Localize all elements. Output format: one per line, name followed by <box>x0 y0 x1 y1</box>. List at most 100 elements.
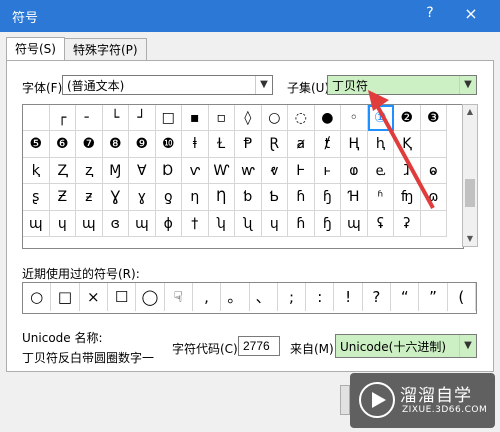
recent-symbol-cell[interactable]: × <box>80 283 108 311</box>
symbol-cell[interactable]: ❺ <box>23 131 50 158</box>
recent-symbol-cell[interactable]: ◯ <box>136 283 165 311</box>
symbol-cell[interactable]: ❼ <box>76 131 103 158</box>
symbol-cell[interactable]: ɥ <box>261 210 289 238</box>
symbol-cell[interactable]: ƍ <box>155 184 183 211</box>
recent-symbol-cell[interactable]: ; <box>278 283 307 311</box>
tab-special-characters[interactable]: 特殊字符(P) <box>64 38 147 61</box>
symbol-cell[interactable]: Ɫ <box>208 131 236 158</box>
symbol-cell[interactable]: ɧ <box>314 210 342 238</box>
symbol-cell[interactable]: Ɽ <box>261 131 289 158</box>
symbol-cell[interactable]: ❽ <box>102 131 130 158</box>
symbol-cell[interactable]: ▪ <box>182 105 209 132</box>
symbol-cell[interactable]: ╴ <box>76 105 103 132</box>
chevron-down-icon[interactable]: ▼ <box>459 335 476 357</box>
symbol-cell[interactable]: Ⱨ <box>341 131 368 158</box>
symbol-cell[interactable]: ʱ <box>367 184 395 211</box>
symbol-cell[interactable]: ɞ <box>102 210 130 238</box>
symbol-cell[interactable]: ɸ <box>155 210 183 238</box>
from-select[interactable]: Unicode(十六进制) ▼ <box>335 334 477 358</box>
symbol-cell[interactable]: Ɒ <box>155 157 183 185</box>
symbol-cell[interactable]: Ⱬ <box>49 157 76 185</box>
symbol-cell[interactable]: ◌ <box>288 105 315 132</box>
recent-symbol-cell[interactable]: ☟ <box>165 283 193 311</box>
symbol-cell[interactable]: ❻ <box>49 131 76 158</box>
symbol-cell[interactable]: ʡ <box>394 210 421 238</box>
recent-symbol-cell[interactable]: ☐ <box>108 283 137 311</box>
symbol-cell[interactable]: ⱥ <box>288 131 315 158</box>
symbol-cell[interactable]: ⱡ <box>182 131 209 158</box>
symbol-cell[interactable]: ʯ <box>235 210 262 238</box>
symbol-cell[interactable]: □ <box>155 105 183 132</box>
symbol-cell[interactable]: ● <box>314 105 342 132</box>
symbol-cell[interactable]: ┘ <box>129 105 156 132</box>
symbol-cell[interactable]: ƶ <box>76 184 103 211</box>
symbol-cell[interactable]: Ⱳ <box>208 157 236 185</box>
symbol-cell[interactable]: Ⱪ <box>394 131 421 158</box>
symbol-cell[interactable]: ⱷ <box>341 157 368 185</box>
symbol-cell[interactable]: Ƞ <box>208 184 236 211</box>
symbol-cell[interactable]: † <box>182 210 209 238</box>
symbol-cell[interactable]: ⱴ <box>261 157 289 185</box>
symbol-cell[interactable] <box>420 210 448 238</box>
symbol-cell[interactable]: Ƅ <box>261 184 289 211</box>
symbol-cell[interactable]: ⱦ <box>314 131 342 158</box>
symbol-cell[interactable]: ⱶ <box>314 157 342 185</box>
symbol-cell[interactable]: ɦ <box>288 210 315 238</box>
symbol-cell[interactable]: ƞ <box>182 184 209 211</box>
recent-symbol-cell[interactable]: : <box>306 283 335 311</box>
symbol-cell[interactable]: ɧ <box>314 184 342 211</box>
recent-symbols-row[interactable]: ○ □ × ☐ ◯ ☟,。、;:!? “”( <box>22 282 477 314</box>
symbol-cell[interactable]: ① <box>367 105 395 132</box>
close-button[interactable]: × <box>460 4 482 26</box>
recent-symbol-cell[interactable]: , <box>193 283 222 311</box>
symbol-cell[interactable]: └ <box>102 105 130 132</box>
symbol-grid[interactable]: ┌ ╴ └ ┘ □ ▪ ▫ ◊ ○ ◌ ● ◦ ① ❷ ❸ ❺ ❻ ❼ ❽ ❾ ❿ ⱡ Ɫ Ᵽ Ɽⱥ ⱦ Ⱨⱨ Ⱪⱪ Ⱬⱬ Ɱ Ɐ Ɒⱱ Ⱳⱳ ⱴ… <box>22 104 464 249</box>
recent-symbol-cell[interactable]: ! <box>334 283 363 311</box>
symbol-cell[interactable]: Ɱ <box>102 157 130 185</box>
symbol-cell[interactable]: ⱹ <box>394 157 421 185</box>
symbol-cell[interactable]: Ᵽ <box>235 131 262 158</box>
symbol-cell[interactable]: ❷ <box>394 105 421 132</box>
symbol-cell[interactable]: ʩ <box>394 184 421 211</box>
recent-symbol-cell[interactable]: □ <box>51 283 80 311</box>
symbol-cell[interactable]: ʮ <box>208 210 236 238</box>
symbol-cell[interactable]: ɣ <box>129 184 156 211</box>
recent-symbol-cell[interactable]: “ <box>391 283 420 311</box>
recent-symbol-cell[interactable]: ” <box>419 283 448 311</box>
symbol-cell[interactable]: ɥ <box>49 210 76 238</box>
scroll-thumb[interactable] <box>465 179 475 207</box>
symbol-cell[interactable]: ɦ <box>288 184 315 211</box>
symbol-cell[interactable]: Ɣ <box>102 184 130 211</box>
help-button[interactable]: ? <box>420 5 440 25</box>
partial-button[interactable] <box>340 385 350 415</box>
tab-symbols[interactable]: 符号(S) <box>6 37 65 62</box>
symbol-cell[interactable]: ɷ <box>420 184 448 211</box>
symbol-cell[interactable]: ❸ <box>420 105 448 132</box>
subset-select[interactable]: 丁贝符 ▼ <box>327 75 477 95</box>
symbol-cell[interactable]: ɰ <box>76 210 103 238</box>
symbol-cell[interactable]: ❾ <box>129 131 156 158</box>
recent-symbol-cell[interactable]: 、 <box>250 283 278 311</box>
symbol-cell[interactable]: ɰ <box>23 210 50 238</box>
symbol-cell[interactable]: ⱪ <box>23 157 50 185</box>
recent-symbol-cell[interactable]: ( <box>448 283 476 311</box>
scroll-down-icon[interactable]: ▼ <box>463 232 477 246</box>
symbol-cell[interactable]: Ⱶ <box>288 157 315 185</box>
symbol-cell[interactable]: Ƶ <box>49 184 76 211</box>
recent-symbol-cell[interactable]: 。 <box>221 283 250 311</box>
symbol-cell[interactable]: ⱱ <box>182 157 209 185</box>
symbol-cell[interactable] <box>420 131 448 158</box>
symbol-cell[interactable]: ┌ <box>49 105 76 132</box>
recent-symbol-cell[interactable]: ○ <box>23 283 52 311</box>
chevron-down-icon[interactable]: ▼ <box>255 76 272 94</box>
symbol-cell[interactable]: ◦ <box>341 105 368 132</box>
symbol-cell[interactable]: Ɦ <box>341 184 368 211</box>
symbol-cell[interactable]: ⱸ <box>367 157 395 185</box>
symbol-cell[interactable]: ⱨ <box>367 131 395 158</box>
recent-symbol-cell[interactable]: ? <box>363 283 392 311</box>
symbol-cell[interactable]: ▫ <box>208 105 236 132</box>
symbol-grid-scrollbar[interactable]: ▲ ▼ <box>462 104 478 247</box>
symbol-cell[interactable]: ⱺ <box>420 157 448 185</box>
symbol-cell[interactable]: ƅ <box>235 184 262 211</box>
symbol-cell[interactable]: Ɐ <box>129 157 156 185</box>
